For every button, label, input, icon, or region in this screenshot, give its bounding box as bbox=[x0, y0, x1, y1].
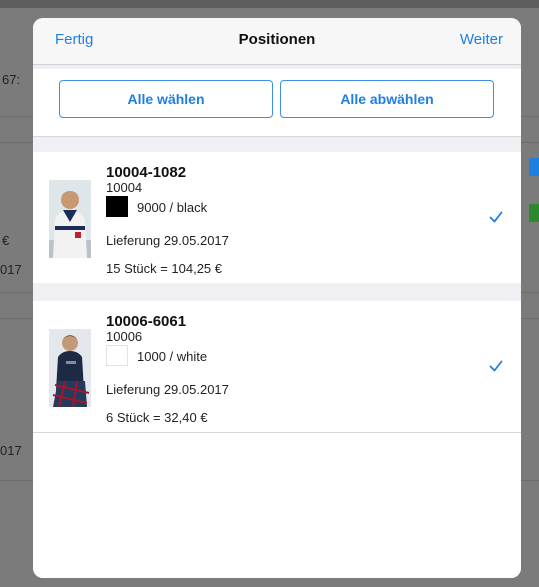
delivery-date: Lieferung 29.05.2017 bbox=[106, 382, 229, 397]
list-separator bbox=[33, 283, 521, 301]
model-number: 10004 bbox=[106, 180, 143, 195]
background-status-strip bbox=[0, 0, 539, 8]
checkmark-icon[interactable] bbox=[489, 359, 503, 373]
color-label: 1000 / white bbox=[137, 349, 208, 364]
color-label: 9000 / black bbox=[137, 200, 208, 215]
article-number: 10004-1082 bbox=[106, 164, 187, 181]
quantity-total: 15 Stück = 104,25 € bbox=[106, 261, 223, 276]
list-item[interactable]: 10004-1082 10004 9000 / black Lieferung … bbox=[33, 152, 521, 284]
modal-navbar: Fertig Positionen Weiter bbox=[33, 18, 521, 65]
checkmark-icon[interactable] bbox=[489, 210, 503, 224]
delivery-date: Lieferung 29.05.2017 bbox=[106, 233, 229, 248]
next-button[interactable]: Weiter bbox=[460, 31, 503, 48]
background-badge bbox=[529, 158, 539, 176]
model-number: 10006 bbox=[106, 329, 143, 344]
background-badge bbox=[529, 204, 539, 222]
quantity-total: 6 Stück = 32,40 € bbox=[106, 410, 208, 425]
background-text: € bbox=[2, 233, 10, 248]
list-item[interactable]: 10006-6061 10006 1000 / white Lieferung … bbox=[33, 301, 521, 433]
background-text: 017 bbox=[0, 262, 22, 277]
article-number: 10006-6061 bbox=[106, 313, 187, 330]
color-swatch bbox=[106, 196, 128, 217]
deselect-all-button[interactable]: Alle abwählen bbox=[280, 80, 494, 118]
positions-modal: Fertig Positionen Weiter Alle wählen All… bbox=[33, 18, 521, 578]
selection-button-row: Alle wählen Alle abwählen bbox=[33, 69, 521, 137]
product-thumbnail bbox=[49, 180, 91, 258]
color-swatch bbox=[106, 345, 128, 366]
product-thumbnail bbox=[49, 329, 91, 407]
background-text: 017 bbox=[0, 443, 22, 458]
modal-title: Positionen bbox=[238, 31, 316, 48]
positions-list: 10004-1082 10004 9000 / black Lieferung … bbox=[33, 152, 521, 578]
background-text: 67: bbox=[2, 72, 21, 87]
select-all-button[interactable]: Alle wählen bbox=[59, 80, 273, 118]
